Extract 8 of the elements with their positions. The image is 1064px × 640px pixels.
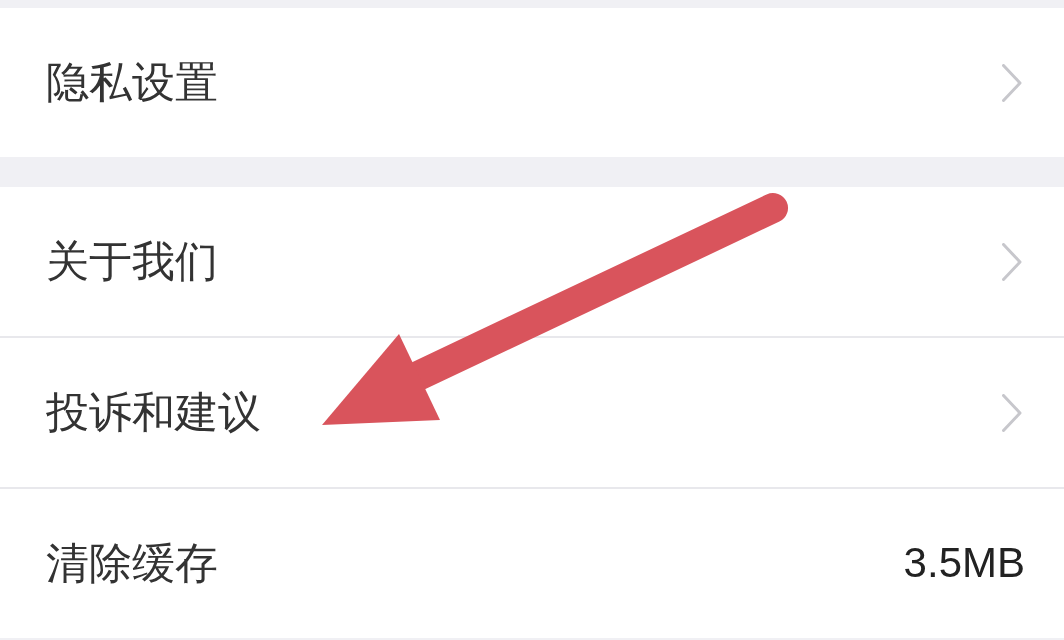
menu-item-label[interactable]: 清除缓存 bbox=[46, 537, 218, 590]
chevron-right-icon bbox=[1002, 63, 1022, 102]
cache-size-value: 3.5MB bbox=[903, 538, 1025, 589]
chevron-right-icon bbox=[1002, 242, 1022, 281]
menu-item-label[interactable]: 隐私设置 bbox=[46, 56, 218, 109]
menu-item-label[interactable]: 投诉和建议 bbox=[46, 386, 261, 439]
menu-item-label[interactable]: 关于我们 bbox=[46, 235, 218, 288]
chevron-right-icon bbox=[1002, 393, 1022, 432]
